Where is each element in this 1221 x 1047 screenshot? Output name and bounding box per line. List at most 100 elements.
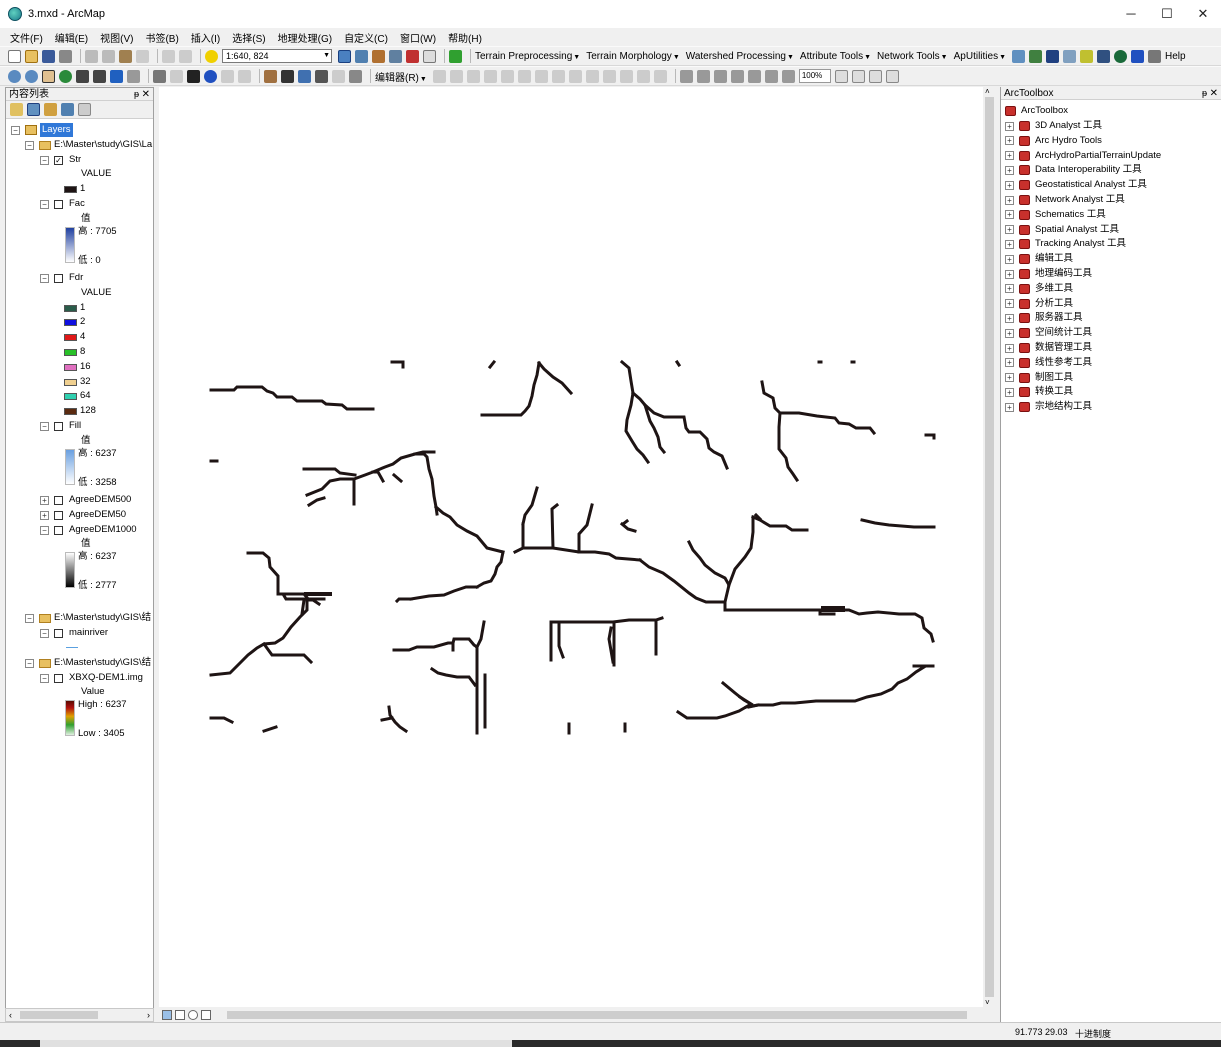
data-frame-label[interactable]: Layers [40, 123, 73, 137]
collapse-icon[interactable]: − [40, 155, 49, 165]
scroll-left-icon[interactable]: ‹ [9, 1009, 12, 1021]
map-scale-combobox[interactable]: 1:640, 824 ▼ [222, 49, 332, 63]
close-icon[interactable]: ✕ [1210, 87, 1218, 100]
full-extent-icon[interactable] [59, 69, 72, 83]
arctoolbox-icon[interactable] [406, 49, 419, 63]
layer-name[interactable]: AgreeDEM1000 [69, 523, 137, 537]
pencil-icon[interactable] [1148, 49, 1162, 63]
go-to-xy-icon[interactable] [315, 69, 328, 83]
collapse-icon[interactable]: − [40, 525, 49, 535]
zoom-whole-page-icon[interactable] [730, 69, 744, 83]
interactive-flow-icon[interactable] [1063, 49, 1077, 63]
layer-row-mainriver[interactable]: − mainriver [40, 626, 108, 640]
expand-icon[interactable]: + [40, 510, 49, 520]
layer-name[interactable]: mainriver [69, 626, 108, 640]
layer-row-xbxq-dem1[interactable]: − XBXQ-DEM1.img [40, 671, 143, 685]
data-view-icon[interactable] [162, 1010, 172, 1020]
expand-icon[interactable]: + [1005, 358, 1014, 368]
toolbox-item[interactable]: + Network Analyst 工具 [1005, 193, 1125, 207]
paste-icon[interactable] [119, 49, 132, 63]
reshape-icon[interactable] [551, 69, 565, 83]
expand-icon[interactable]: + [1005, 284, 1014, 294]
toolbox-item[interactable]: + Arc Hydro Tools [1005, 134, 1102, 148]
scrollbar-thumb[interactable] [985, 97, 994, 997]
toolbox-root[interactable]: ArcToolbox [1005, 104, 1068, 118]
toolbox-item[interactable]: + ArcHydroPartialTerrainUpdate [1005, 149, 1161, 163]
flow-path-tracing-icon[interactable] [1012, 49, 1026, 63]
straight-segment-icon[interactable] [466, 69, 480, 83]
table-of-contents-icon[interactable] [355, 49, 368, 63]
focus-data-frame-icon[interactable] [851, 69, 865, 83]
expand-icon[interactable]: + [1005, 136, 1014, 146]
layout-zoom-percent[interactable]: 100% [798, 69, 831, 83]
hyperlink-icon[interactable] [221, 69, 234, 83]
pan-hand-icon[interactable] [42, 69, 55, 83]
aputilities-menu[interactable]: ApUtilities▼ [954, 51, 1006, 62]
sketch-properties-icon[interactable] [636, 69, 650, 83]
fixed-zoom-in-layout-icon[interactable] [764, 69, 778, 83]
pause-drawing-icon[interactable] [201, 1010, 211, 1020]
zoom-100-icon[interactable] [747, 69, 761, 83]
list-by-drawing-order-icon[interactable] [10, 103, 23, 116]
expand-icon[interactable]: + [1005, 328, 1014, 338]
layer-row-agreedem50[interactable]: + AgreeDEM50 [40, 508, 126, 522]
layer-row-agreedem1000[interactable]: − AgreeDEM1000 [40, 523, 137, 537]
layer-visibility-checkbox[interactable] [54, 273, 63, 283]
zoom-out-icon[interactable] [25, 69, 38, 83]
expand-icon[interactable]: + [1005, 165, 1014, 175]
layer-group-row[interactable]: − E:\Master\study\GIS\La [25, 138, 152, 152]
scroll-down-icon[interactable]: ˅ [985, 998, 990, 1007]
layer-visibility-checkbox[interactable] [54, 421, 63, 431]
open-folder-icon[interactable] [25, 49, 38, 63]
collapse-icon[interactable]: − [25, 658, 34, 668]
expand-icon[interactable]: + [1005, 225, 1014, 235]
fixed-zoom-out-icon[interactable] [93, 69, 106, 83]
toc-horizontal-scrollbar[interactable]: ‹ › [5, 1008, 154, 1022]
toolbox-item[interactable]: + Geostatistical Analyst 工具 [1005, 178, 1147, 192]
catalog-icon[interactable] [372, 49, 385, 63]
expand-icon[interactable]: + [1005, 121, 1014, 131]
toolbox-item[interactable]: + 地理编码工具 [1005, 267, 1092, 281]
data-frame-row[interactable]: − Layers [11, 123, 73, 137]
expand-icon[interactable]: + [1005, 402, 1014, 412]
undo-icon[interactable] [162, 49, 175, 63]
layer-visibility-checkbox[interactable] [54, 199, 63, 209]
python-window-icon[interactable] [423, 49, 436, 63]
collapse-icon[interactable]: − [40, 273, 49, 283]
flag-icon[interactable] [1131, 49, 1145, 63]
toolbox-item[interactable]: + 制图工具 [1005, 371, 1073, 385]
collapse-icon[interactable]: − [40, 199, 49, 209]
layer-group-row[interactable]: − E:\Master\study\GIS\结 [25, 656, 151, 670]
expand-icon[interactable]: + [1005, 373, 1014, 383]
collapse-icon[interactable]: − [40, 628, 49, 638]
scroll-up-icon[interactable]: ˄ [985, 87, 990, 96]
fixed-zoom-in-icon[interactable] [76, 69, 89, 83]
layer-name[interactable]: Fac [69, 197, 85, 211]
watershed-processing-menu[interactable]: Watershed Processing▼ [686, 51, 794, 62]
minimize-button[interactable]: ─ [1113, 0, 1149, 28]
scroll-right-icon[interactable]: › [147, 1009, 150, 1021]
toolbox-item[interactable]: + 编辑工具 [1005, 252, 1073, 266]
collapse-icon[interactable]: − [25, 613, 34, 623]
scrollbar-thumb[interactable] [20, 1011, 98, 1019]
expand-icon[interactable]: + [1005, 343, 1014, 353]
map-vertical-scrollbar[interactable]: ˄ ˅ [983, 87, 996, 1007]
edit-vertices-icon[interactable] [534, 69, 548, 83]
batch-point-icon[interactable] [1046, 49, 1060, 63]
toggle-draft-mode-icon[interactable] [834, 69, 848, 83]
fixed-zoom-out-layout-icon[interactable] [781, 69, 795, 83]
point-icon[interactable] [517, 69, 531, 83]
layer-row-agreedem500[interactable]: + AgreeDEM500 [40, 493, 131, 507]
cut-polygons-icon[interactable] [568, 69, 582, 83]
cut-icon[interactable] [85, 49, 98, 63]
menu-selection[interactable]: 选择(S) [232, 30, 265, 45]
expand-icon[interactable]: + [1005, 195, 1014, 205]
menu-file[interactable]: 文件(F) [10, 30, 43, 45]
change-layout-icon[interactable] [868, 69, 882, 83]
editor-menu[interactable]: 编辑器(R)▼ [375, 69, 427, 84]
create-viewer-window-icon[interactable] [349, 69, 362, 83]
terrain-morphology-menu[interactable]: Terrain Morphology▼ [586, 51, 680, 62]
trace-icon[interactable] [500, 69, 514, 83]
expand-icon[interactable]: + [1005, 387, 1014, 397]
scrollbar-thumb[interactable] [227, 1011, 967, 1019]
